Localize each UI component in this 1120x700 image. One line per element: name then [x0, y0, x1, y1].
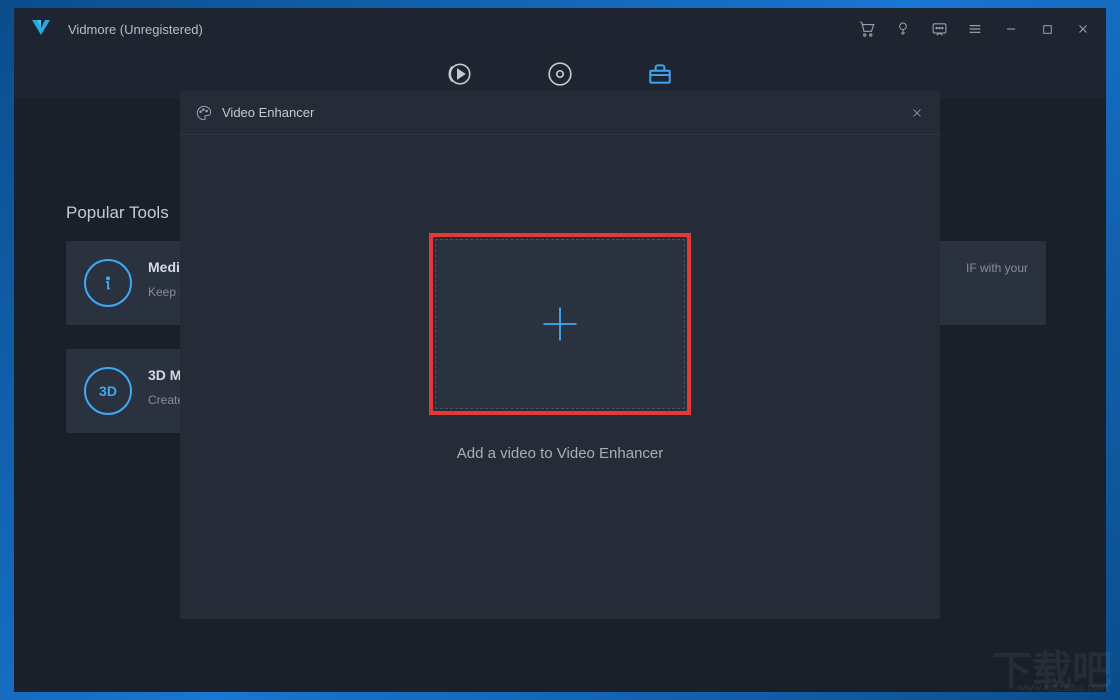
- cart-icon[interactable]: [858, 20, 876, 38]
- modal-body: Add a video to Video Enhancer: [180, 135, 940, 619]
- maximize-icon[interactable]: [1038, 20, 1056, 38]
- app-logo-icon: [28, 16, 54, 42]
- modal-close-icon[interactable]: [910, 106, 924, 120]
- plus-icon: [538, 302, 582, 346]
- info-icon: [84, 259, 132, 307]
- palette-icon: [196, 105, 212, 121]
- app-window: Vidmore (Unregistered): [14, 8, 1106, 692]
- dropzone-text: Add a video to Video Enhancer: [457, 445, 664, 462]
- titlebar-actions: [858, 20, 1092, 38]
- key-icon[interactable]: [894, 20, 912, 38]
- dropzone-highlight: [429, 233, 691, 415]
- minimize-icon[interactable]: [1002, 20, 1020, 38]
- close-icon[interactable]: [1074, 20, 1092, 38]
- app-title: Vidmore (Unregistered): [68, 22, 858, 37]
- modal-video-enhancer: Video Enhancer Add a video to Video Enha…: [180, 91, 940, 619]
- modal-title: Video Enhancer: [222, 105, 910, 120]
- tab-ripper[interactable]: [545, 59, 575, 89]
- add-video-dropzone[interactable]: [435, 239, 685, 409]
- titlebar: Vidmore (Unregistered): [14, 8, 1106, 50]
- modal-header: Video Enhancer: [180, 91, 940, 135]
- feedback-icon[interactable]: [930, 20, 948, 38]
- tab-converter[interactable]: [445, 59, 475, 89]
- three-d-icon: 3D: [84, 367, 132, 415]
- tab-toolbox[interactable]: [645, 59, 675, 89]
- menu-icon[interactable]: [966, 20, 984, 38]
